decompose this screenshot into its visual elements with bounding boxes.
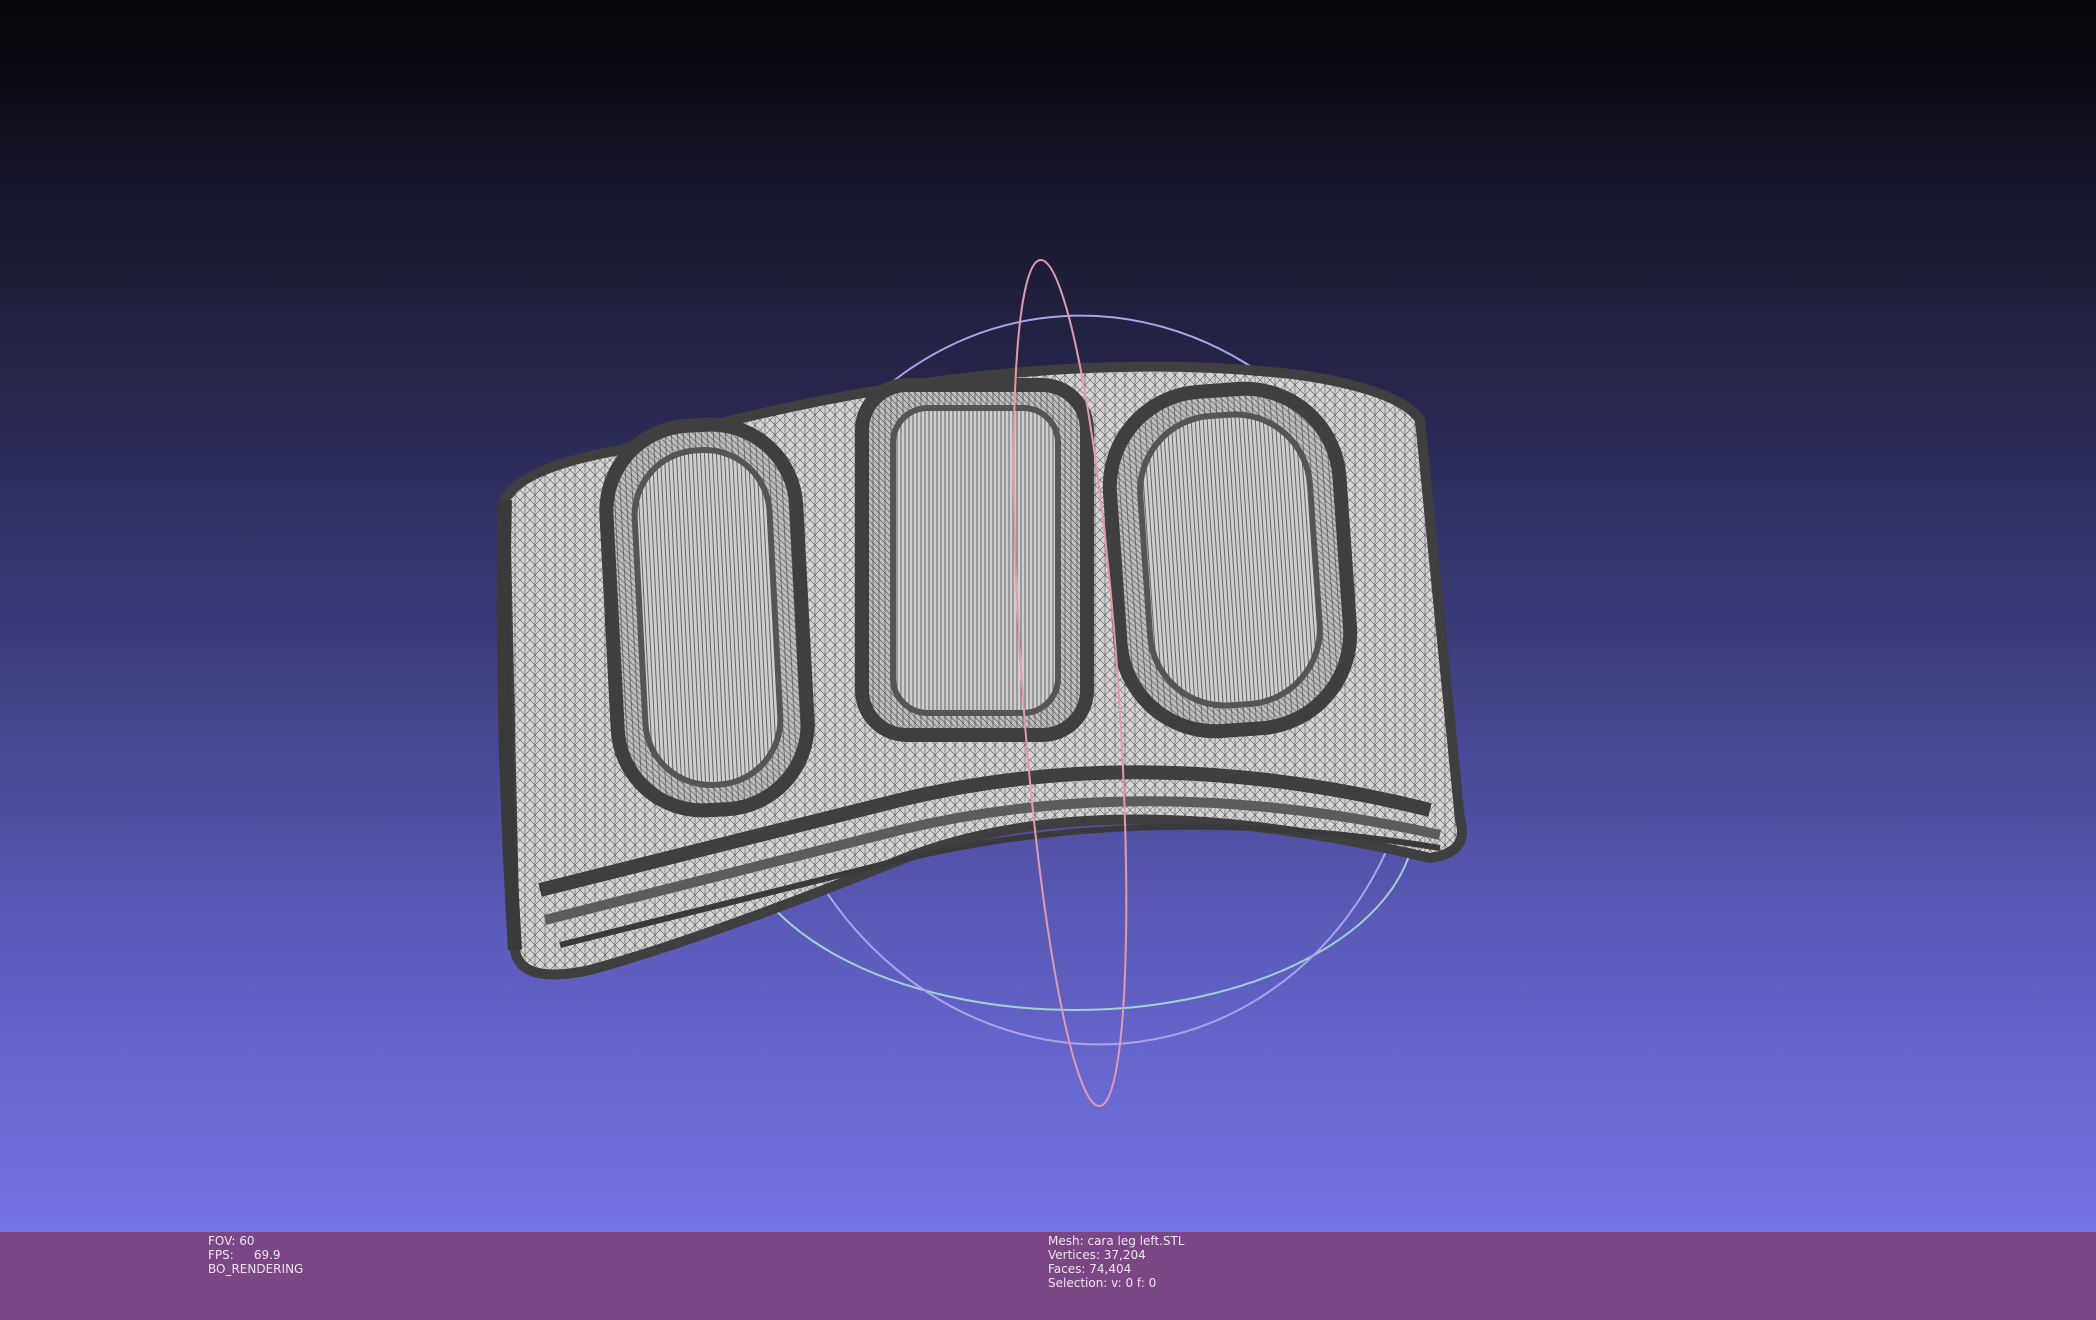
fov-readout: FOV: 60 (208, 1234, 303, 1248)
fps-label: FPS: (208, 1248, 234, 1262)
faces-readout: Faces: 74,404 (1048, 1262, 1185, 1276)
vertices-label: Vertices: (1048, 1248, 1100, 1262)
selection-label: Selection: (1048, 1276, 1108, 1290)
mesh-info-panel: Mesh: cara leg left.STL Vertices: 37,204… (1048, 1234, 1185, 1290)
scene-canvas[interactable] (0, 0, 2096, 1232)
mesh-name: cara leg left.STL (1087, 1234, 1185, 1248)
faces-value: 74,404 (1089, 1262, 1132, 1276)
selection-readout: Selection: v: 0 f: 0 (1048, 1276, 1185, 1290)
vertices-readout: Vertices: 37,204 (1048, 1248, 1185, 1262)
render-info-panel: FOV: 60 FPS: 69.9 BO_RENDERING (208, 1234, 303, 1276)
render-mode: BO_RENDERING (208, 1262, 304, 1276)
vertices-value: 37,204 (1103, 1248, 1146, 1262)
faces-label: Faces: (1048, 1262, 1086, 1276)
selection-value: v: 0 f: 0 (1111, 1276, 1157, 1290)
fps-readout: FPS: 69.9 (208, 1248, 303, 1262)
mesh-name-readout: Mesh: cara leg left.STL (1048, 1234, 1185, 1248)
mesh-label: Mesh: (1048, 1234, 1084, 1248)
3d-viewport[interactable] (0, 0, 2096, 1232)
fps-value: 69.9 (253, 1248, 281, 1262)
mesh-wireframe-icon (496, 361, 1467, 980)
fov-label: FOV: (208, 1234, 236, 1248)
fov-value: 60 (239, 1234, 255, 1248)
